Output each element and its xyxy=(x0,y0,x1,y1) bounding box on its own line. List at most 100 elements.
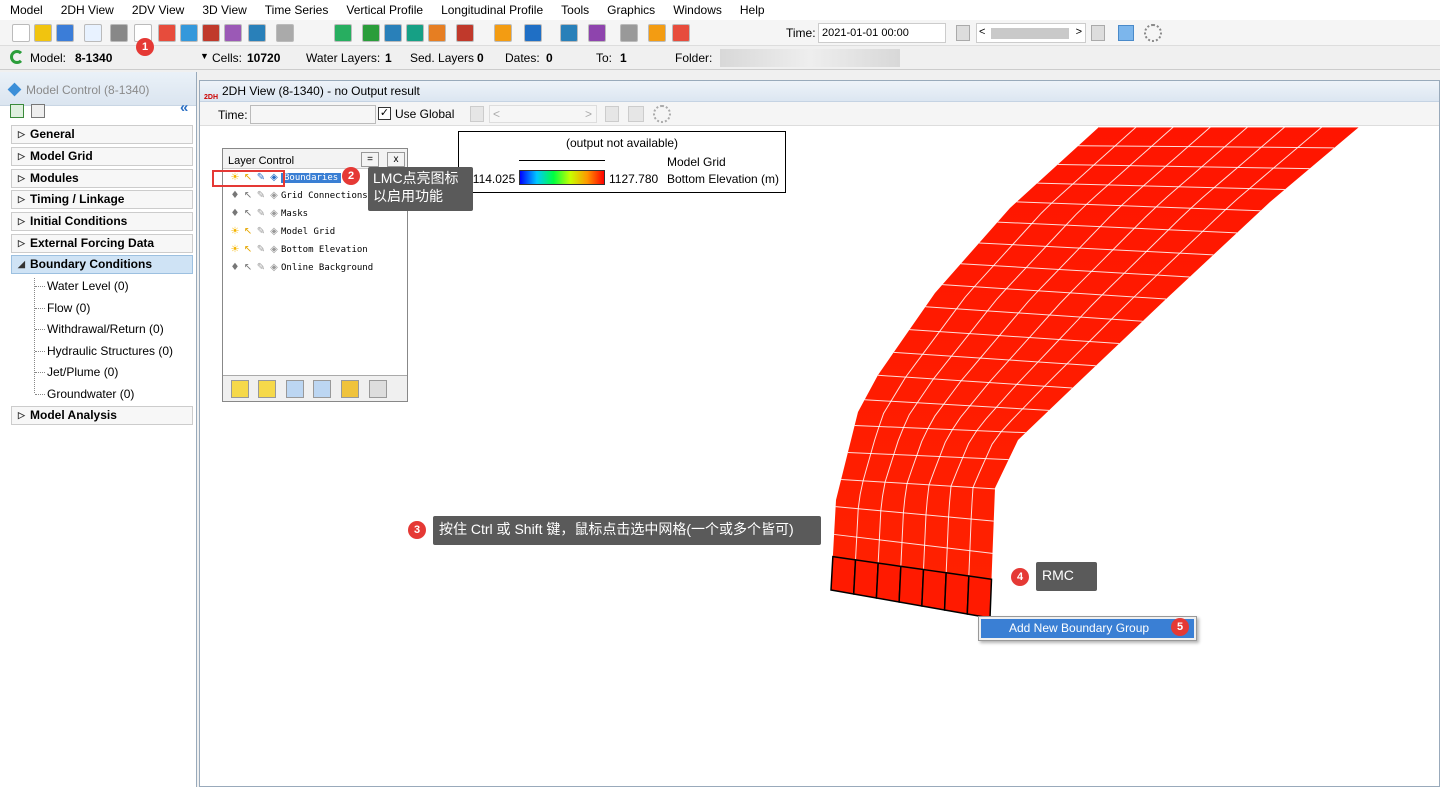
view-last-step-button[interactable] xyxy=(605,106,619,122)
gauge-icon[interactable] xyxy=(648,24,666,42)
collapsed-arrow-icon[interactable]: ▷ xyxy=(18,126,25,143)
save-icon[interactable] xyxy=(56,24,74,42)
zoom-window-icon[interactable] xyxy=(406,24,424,42)
select-arrow-icon[interactable]: ↖ xyxy=(242,190,254,202)
collapsed-arrow-icon[interactable]: ▷ xyxy=(18,148,25,165)
layer-row-masks[interactable]: ♦ ↖ ✎ ◈ Masks xyxy=(229,206,309,222)
add-new-boundary-group-item[interactable]: Add New Boundary Group xyxy=(981,619,1194,638)
select-arrow-icon[interactable]: ↖ xyxy=(242,244,254,256)
2d-icon[interactable] xyxy=(672,24,690,42)
pencil-edit-icon[interactable]: ✎ xyxy=(255,190,267,202)
tree-leaf-water-level-0[interactable]: Water Level (0) xyxy=(47,278,129,294)
tag-icon[interactable]: ◈ xyxy=(268,262,280,274)
tree-node-model-analysis[interactable]: ▷ Model Analysis xyxy=(11,406,193,425)
selected-grid-cell[interactable] xyxy=(830,555,857,595)
bulb-icon[interactable]: ♦ xyxy=(229,262,241,274)
save-layers-icon[interactable] xyxy=(369,380,387,398)
tree-node-initial-conditions[interactable]: ▷ Initial Conditions xyxy=(11,212,193,231)
layers-icon[interactable] xyxy=(334,24,352,42)
bulb-icon[interactable]: ☀ xyxy=(229,244,241,256)
expand-all-icon[interactable] xyxy=(10,104,24,118)
selected-grid-cell[interactable] xyxy=(852,559,879,599)
menu-graphics[interactable]: Graphics xyxy=(598,0,664,20)
colorbar-icon[interactable] xyxy=(158,24,176,42)
tools-icon[interactable] xyxy=(276,24,294,42)
menu-time-series[interactable]: Time Series xyxy=(256,0,338,20)
new-file-icon[interactable] xyxy=(12,24,30,42)
tag-icon[interactable]: ◈ xyxy=(268,190,280,202)
pencil-edit-icon[interactable]: ✎ xyxy=(255,208,267,220)
settings-gear-icon[interactable] xyxy=(1144,24,1162,42)
zoom-icon[interactable] xyxy=(384,24,402,42)
tree-node-model-grid[interactable]: ▷ Model Grid xyxy=(11,147,193,166)
last-step-button[interactable] xyxy=(1091,25,1105,41)
pan-icon[interactable] xyxy=(428,24,446,42)
pencil-edit-icon[interactable]: ✎ xyxy=(255,262,267,274)
select-arrow-icon[interactable]: ↖ xyxy=(242,208,254,220)
menu-2dh-view[interactable]: 2DH View xyxy=(52,0,123,20)
menu-help[interactable]: Help xyxy=(731,0,774,20)
export-icon[interactable] xyxy=(248,24,266,42)
layer-row-grid-connections[interactable]: ♦ ↖ ✎ ◈ Grid Connections xyxy=(229,188,368,204)
layer-row-bottom-elevation[interactable]: ☀ ↖ ✎ ◈ Bottom Elevation xyxy=(229,242,368,258)
tree-leaf-jet-plume-0[interactable]: Jet/Plume (0) xyxy=(47,364,118,380)
selected-grid-cell[interactable] xyxy=(921,568,947,611)
layer-row-model-grid[interactable]: ☀ ↖ ✎ ◈ Model Grid xyxy=(229,224,336,240)
polyline-icon[interactable] xyxy=(456,24,474,42)
bulb-icon[interactable]: ☀ xyxy=(229,226,241,238)
use-global-checkbox[interactable]: ✓ xyxy=(378,107,391,120)
tag-icon[interactable]: ◈ xyxy=(268,244,280,256)
grid-icon[interactable] xyxy=(110,24,128,42)
collapsed-arrow-icon[interactable]: ▷ xyxy=(18,170,25,187)
selected-grid-cell[interactable] xyxy=(875,562,902,603)
view-first-step-button[interactable] xyxy=(470,106,484,122)
open-layer-folder-icon[interactable] xyxy=(341,380,359,398)
view-settings-icon[interactable] xyxy=(653,105,671,123)
menu-vertical-profile[interactable]: Vertical Profile xyxy=(337,0,432,20)
bar-chart-icon[interactable] xyxy=(588,24,606,42)
layer-label[interactable]: Grid Connections xyxy=(281,191,368,201)
menu-model[interactable]: Model xyxy=(0,0,52,20)
open-folder-icon[interactable] xyxy=(34,24,52,42)
move-layer-up-icon[interactable] xyxy=(286,380,304,398)
info-icon[interactable] xyxy=(524,24,542,42)
menu-2dv-view[interactable]: 2DV View xyxy=(123,0,193,20)
move-layer-down-icon[interactable] xyxy=(313,380,331,398)
import-layer-icon[interactable] xyxy=(258,380,276,398)
pencil-edit-icon[interactable]: ✎ xyxy=(255,226,267,238)
tree-leaf-groundwater-0[interactable]: Groundwater (0) xyxy=(47,386,134,402)
menu-3d-view[interactable]: 3D View xyxy=(193,0,255,20)
tree-node-modules[interactable]: ▷ Modules xyxy=(11,169,193,188)
tree-node-boundary-conditions[interactable]: ◢ Boundary Conditions xyxy=(11,255,193,274)
time-series-icon[interactable] xyxy=(202,24,220,42)
profile-icon[interactable] xyxy=(224,24,242,42)
collapsed-arrow-icon[interactable]: ▷ xyxy=(18,235,25,252)
tag-icon[interactable]: ◈ xyxy=(268,226,280,238)
layer-label[interactable]: Boundaries xyxy=(281,173,342,183)
pencil-edit-icon[interactable]: ✎ xyxy=(255,244,267,256)
bulb-icon[interactable]: ♦ xyxy=(229,190,241,202)
bulb-icon[interactable]: ♦ xyxy=(229,208,241,220)
layer-label[interactable]: Masks xyxy=(281,209,308,219)
tree-node-timing-linkage[interactable]: ▷ Timing / Linkage xyxy=(11,190,193,209)
layer-row-online-background[interactable]: ♦ ↖ ✎ ◈ Online Background xyxy=(229,260,374,276)
selection-icon[interactable] xyxy=(620,24,638,42)
selected-grid-cell[interactable] xyxy=(966,575,993,619)
view-play-icon[interactable] xyxy=(628,106,644,122)
time-display[interactable]: 2021-01-01 00:00 xyxy=(818,23,946,43)
tag-icon[interactable]: ◈ xyxy=(268,208,280,220)
add-layer-icon[interactable] xyxy=(231,380,249,398)
layer-label[interactable]: Online Background xyxy=(281,263,373,273)
selected-grid-cell[interactable] xyxy=(898,565,925,607)
first-step-button[interactable] xyxy=(956,25,970,41)
tree-leaf-flow-0[interactable]: Flow (0) xyxy=(47,300,90,316)
tree-leaf-withdrawal-return-0[interactable]: Withdrawal/Return (0) xyxy=(47,321,164,337)
tree-node-general[interactable]: ▷ General xyxy=(11,125,193,144)
refresh-icon[interactable] xyxy=(10,50,24,64)
menu-tools[interactable]: Tools xyxy=(552,0,598,20)
chart-icon[interactable] xyxy=(560,24,578,42)
view-time-input[interactable] xyxy=(250,105,376,124)
collapsed-arrow-icon[interactable]: ▷ xyxy=(18,407,25,424)
select-arrow-icon[interactable]: ↖ xyxy=(242,226,254,238)
model-dropdown-icon[interactable]: ▼ xyxy=(200,51,209,61)
